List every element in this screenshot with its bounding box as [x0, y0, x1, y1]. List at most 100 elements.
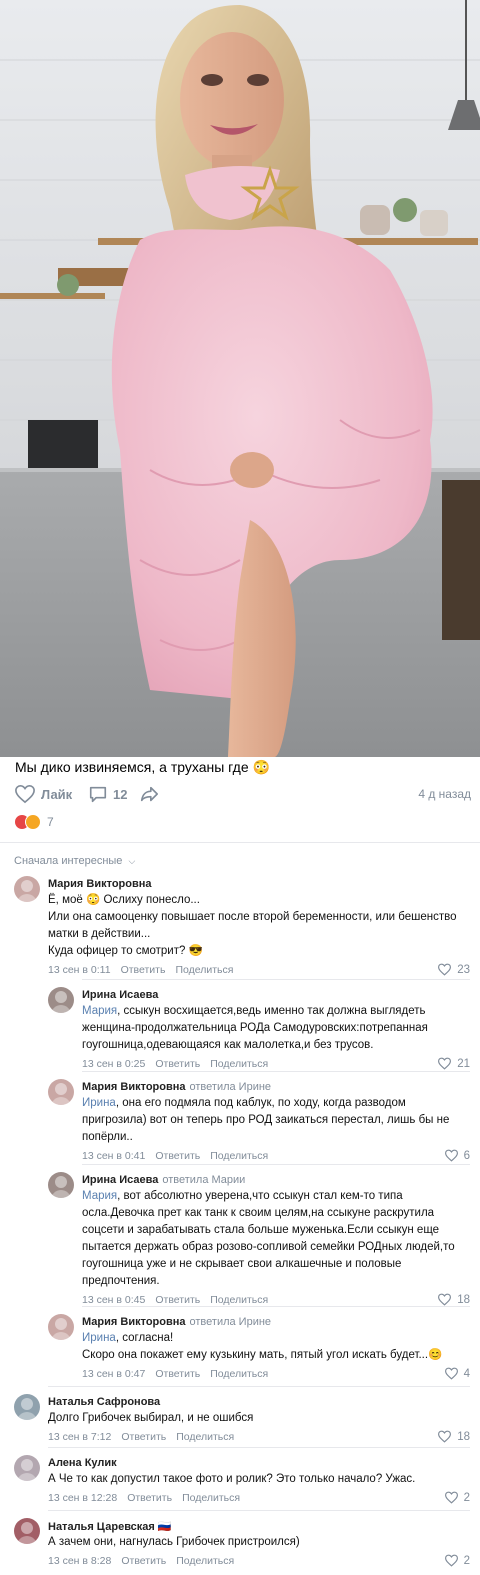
comment-date: 13 сен в 0:11: [48, 964, 111, 976]
comment-line: Или она самооценку повышает после второй…: [48, 909, 470, 926]
comment-line: Ирина, согласна!: [82, 1330, 470, 1347]
comment-text: Ирина, она его подмяла под каблук, по хо…: [82, 1095, 470, 1146]
share-button[interactable]: Поделиться: [175, 964, 233, 976]
comment-date: 13 сен в 0:45: [82, 1294, 146, 1306]
comment-like-button[interactable]: 18: [437, 1293, 470, 1306]
post-caption: Мы дико извиняемся, а труханы где 😳: [15, 759, 270, 775]
comment-line: Ё, моё 😳 Ослиху понесло...: [48, 892, 470, 909]
line-text: осла.Девочка прет как танк к своим целям…: [82, 1207, 435, 1219]
reply-button[interactable]: Ответить: [155, 1058, 200, 1070]
line-text: соцсети и зарабатывать стала больше муже…: [82, 1224, 440, 1236]
comment-like-button[interactable]: 21: [437, 1057, 470, 1070]
comment-line: Ирина, она его подмяла под каблук, по хо…: [82, 1095, 470, 1112]
line-text: , согласна!: [115, 1332, 174, 1344]
reply-button[interactable]: Ответить: [155, 1368, 200, 1380]
share-button[interactable]: Поделиться: [210, 1294, 268, 1306]
author-name[interactable]: Наталья Сафронова: [48, 1396, 160, 1408]
comment-meta: 13 сен в 0:47 Ответить Поделиться: [82, 1368, 278, 1380]
comment-text: Ирина, согласна! Скоро она покажет ему ку…: [82, 1330, 470, 1364]
comment-text: А зачем они, нагнулась Грибочек пристрои…: [48, 1534, 470, 1551]
author-name[interactable]: Мария Викторовна: [82, 1081, 186, 1093]
avatar[interactable]: [14, 1455, 40, 1481]
comment-line: А Че то как допустил такое фото и ролик?…: [48, 1471, 470, 1488]
comments-sort[interactable]: Сначала интересные ⌵: [14, 855, 135, 867]
share-button[interactable]: Поделиться: [182, 1492, 240, 1504]
share-button[interactable]: Поделиться: [176, 1555, 234, 1567]
comment-likes-count: 18: [457, 1293, 470, 1306]
author-name[interactable]: Ирина Исаева: [82, 989, 158, 1001]
post-video[interactable]: [0, 0, 480, 757]
line-text: предпочтения.: [82, 1275, 160, 1287]
line-text: Куда офицер то смотрит? 😎: [48, 945, 203, 957]
comment-like-button[interactable]: 6: [444, 1149, 470, 1162]
comment-author[interactable]: Наталья Сафронова: [48, 1396, 160, 1408]
author-name[interactable]: Мария Викторовна: [48, 878, 152, 890]
comments-button[interactable]: 12: [88, 784, 127, 804]
share-button[interactable]: Поделиться: [210, 1368, 268, 1380]
mention-link[interactable]: Мария: [82, 1005, 117, 1017]
reply-button[interactable]: Ответить: [155, 1294, 200, 1306]
author-name[interactable]: Ирина Исаева: [82, 1174, 158, 1186]
mention-link[interactable]: Ирина: [82, 1332, 116, 1344]
reply-button[interactable]: Ответить: [155, 1150, 200, 1162]
author-name[interactable]: Алена Кулик: [48, 1457, 117, 1469]
comment-author[interactable]: Мария Викторовна: [48, 878, 152, 890]
line-text: , она его подмяла под каблук, по ходу, к…: [115, 1097, 406, 1109]
avatar[interactable]: [48, 1172, 74, 1198]
avatar[interactable]: [14, 876, 40, 902]
comment-likes-count: 6: [463, 1149, 470, 1162]
comment-divider: [48, 1447, 470, 1448]
comment-like-button[interactable]: 2: [444, 1491, 470, 1504]
line-text: , вот абсолютно уверена,что ссыкун стал …: [117, 1190, 403, 1202]
avatar[interactable]: [14, 1518, 40, 1544]
share-button[interactable]: Поделиться: [176, 1431, 234, 1443]
comment-author[interactable]: Мария Викторовна ответила Ирине: [82, 1316, 271, 1328]
post-actions: Лайк 12 4 д назад: [0, 784, 480, 808]
line-text: А Че то как допустил такое фото и ролик?…: [48, 1473, 416, 1485]
reply-button[interactable]: Ответить: [121, 964, 166, 976]
video-frame-illustration: [0, 0, 480, 757]
comment-author[interactable]: Наталья Царевская 🇷🇺: [48, 1520, 172, 1533]
heart-icon: [438, 1057, 452, 1070]
mention-link[interactable]: Ирина: [82, 1097, 116, 1109]
comment-text: Мария, ссыкун восхищается,ведь именно та…: [82, 1003, 470, 1054]
reply-button[interactable]: Ответить: [121, 1555, 166, 1567]
author-name[interactable]: Наталья Царевская 🇷🇺: [48, 1521, 172, 1533]
comment-date: 13 сен в 8:28: [48, 1555, 112, 1567]
reactions-count: 7: [47, 815, 54, 829]
reply-button[interactable]: Ответить: [127, 1492, 172, 1504]
line-text: гоугошница,одевающаяся как малолетка,и б…: [82, 1039, 374, 1051]
comment-like-button[interactable]: 4: [444, 1367, 470, 1380]
comment-line: предпочтения.: [82, 1273, 470, 1290]
laugh-reaction-icon: [25, 814, 41, 830]
share-button[interactable]: Поделиться: [210, 1058, 268, 1070]
comment-like-button[interactable]: 23: [437, 963, 470, 976]
comment-meta: 13 сен в 12:28 Ответить Поделиться: [48, 1492, 250, 1504]
comment-author[interactable]: Алена Кулик: [48, 1457, 117, 1469]
comment-likes-count: 4: [463, 1367, 470, 1380]
comment-line: пригрозила) вот он теперь про РОД заикат…: [82, 1112, 470, 1129]
comment-like-button[interactable]: 2: [444, 1554, 470, 1567]
comment-like-button[interactable]: 18: [437, 1430, 470, 1443]
comment-icon: [89, 786, 107, 803]
reactions-summary[interactable]: 7: [14, 814, 54, 830]
avatar[interactable]: [48, 1079, 74, 1105]
reply-button[interactable]: Ответить: [121, 1431, 166, 1443]
comment-date: 13 сен в 0:47: [82, 1368, 146, 1380]
comment-line: А зачем они, нагнулась Грибочек пристрои…: [48, 1534, 470, 1551]
comment-author[interactable]: Мария Викторовна ответила Ирине: [82, 1081, 271, 1093]
avatar[interactable]: [14, 1394, 40, 1420]
avatar[interactable]: [48, 1314, 74, 1340]
like-button[interactable]: Лайк: [14, 784, 72, 804]
line-text: женщина-продолжательница РОДа Самодуровс…: [82, 1022, 428, 1034]
comment-text: Ё, моё 😳 Ослиху понесло... Или она самооц…: [48, 892, 470, 960]
comment-author[interactable]: Ирина Исаева ответила Марии: [82, 1174, 245, 1186]
share-button[interactable]: Поделиться: [210, 1150, 268, 1162]
mention-link[interactable]: Мария: [82, 1190, 117, 1202]
avatar[interactable]: [48, 987, 74, 1013]
comment-author[interactable]: Ирина Исаева: [82, 989, 158, 1001]
author-name[interactable]: Мария Викторовна: [82, 1316, 186, 1328]
comment-meta: 13 сен в 0:45 Ответить Поделиться: [82, 1294, 278, 1306]
share-button[interactable]: [139, 784, 159, 804]
comment-likes-count: 21: [457, 1057, 470, 1070]
